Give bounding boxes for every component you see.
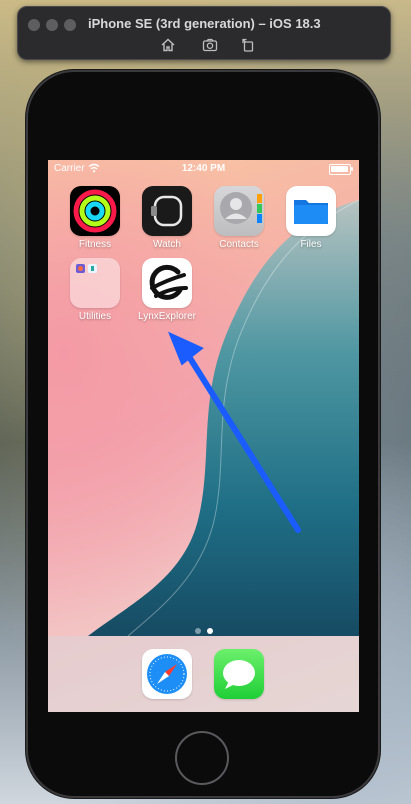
rotate-icon[interactable] [240, 37, 256, 53]
folder-icon [286, 186, 336, 236]
zoom-window-button[interactable] [64, 19, 76, 31]
app-label: Watch [153, 239, 181, 250]
folder-utilities[interactable]: Utilities [63, 258, 127, 322]
watch-icon [142, 186, 192, 236]
home-button[interactable] [175, 731, 229, 785]
app-lynx-explorer[interactable]: LynxExplorer [135, 258, 199, 322]
app-watch[interactable]: Watch [135, 186, 199, 250]
app-safari[interactable] [135, 649, 199, 699]
fitness-rings-icon [70, 186, 120, 236]
app-contacts[interactable]: Contacts [207, 186, 271, 250]
status-time: 12:40 PM [181, 163, 226, 174]
home-icon[interactable] [160, 37, 176, 53]
close-window-button[interactable] [28, 19, 40, 31]
app-files[interactable]: Files [279, 186, 343, 250]
screenshot-icon[interactable] [202, 37, 218, 53]
lynx-logo-icon [142, 258, 192, 308]
messages-bubble-icon [214, 649, 264, 699]
page-dot-current[interactable] [206, 628, 213, 634]
app-label: Files [300, 239, 322, 250]
app-fitness[interactable]: Fitness [63, 186, 127, 250]
status-bar: Carrier 12:40 PM [48, 160, 359, 178]
app-messages[interactable] [207, 649, 271, 699]
app-label: Utilities [78, 311, 112, 322]
contacts-icon [214, 186, 264, 236]
dock [48, 636, 359, 712]
folder-icon [70, 258, 120, 308]
page-dot[interactable] [194, 628, 201, 634]
battery-icon [329, 164, 353, 175]
app-label: Contacts [219, 239, 259, 250]
app-label: LynxExplorer [138, 311, 196, 322]
minimize-window-button[interactable] [46, 19, 58, 31]
home-screen: Carrier 12:40 PM Fitness Watch Contacts … [48, 160, 359, 712]
simulator-title-bar: iPhone SE (3rd generation) – iOS 18.3 [17, 6, 391, 60]
safari-compass-icon [142, 649, 192, 699]
simulator-title: iPhone SE (3rd generation) – iOS 18.3 [88, 16, 321, 31]
app-label: Fitness [78, 239, 112, 250]
